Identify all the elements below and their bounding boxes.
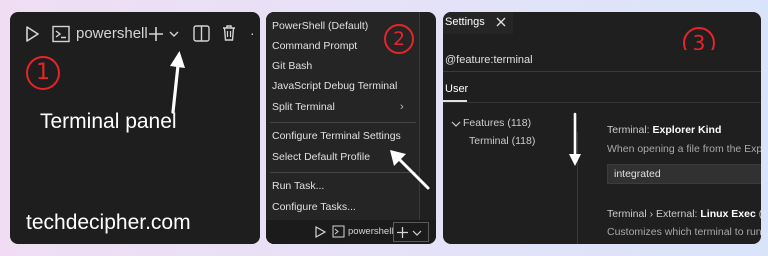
tree-item-terminal[interactable]: Terminal (118) [469,135,535,147]
menu-item-split-terminal[interactable]: Split Terminal [272,101,335,113]
new-terminal-button[interactable] [393,222,429,242]
close-icon[interactable] [496,17,506,27]
run-icon[interactable] [24,26,40,42]
menu-item-powershell-default[interactable]: PowerShell (Default) [272,20,368,32]
more-icon[interactable]: · [250,25,255,41]
chevron-down-icon[interactable] [168,29,180,39]
tab-user-settings[interactable]: User [445,83,468,95]
terminal-icon [52,25,70,43]
brand-watermark: techdecipher.com [26,211,191,234]
terminal-name-label[interactable]: powershell [76,25,148,42]
split-terminal-icon[interactable] [193,25,210,42]
terminal-name-label[interactable]: powershell [348,226,393,237]
menu-separator [270,122,416,123]
menu-item-configure-tasks[interactable]: Configure Tasks... [272,201,356,213]
annotation-terminal-panel: Terminal panel [40,110,177,133]
setting-linux-exec-description: Customizes which terminal to run [607,226,761,238]
down-arrow-icon [569,112,581,166]
tab-settings[interactable]: Settings [443,12,513,34]
settings-panel: Settings 3 @feature:terminal User Featur… [443,12,761,244]
explorer-kind-selected-value: integrated [614,168,661,180]
menu-item-git-bash[interactable]: Git Bash [272,60,312,72]
menu-item-command-prompt[interactable]: Command Prompt [272,40,357,52]
new-terminal-plus-icon[interactable] [147,25,165,43]
setting-linux-exec-title: Terminal › External: Linux Exec (A [607,208,761,220]
menu-item-run-task[interactable]: Run Task... [272,180,324,192]
up-arrow-icon [170,51,185,114]
menu-item-configure-terminal-settings[interactable]: Configure Terminal Settings [272,130,401,142]
tab-settings-label: Settings [445,16,485,28]
menu-item-js-debug-terminal[interactable]: JavaScript Debug Terminal [272,80,397,92]
settings-search-value: @feature:terminal [445,54,533,66]
tree-item-features[interactable]: Features (118) [463,117,531,129]
terminal-toolbar-panel: powershell · 1 Terminal panel techdeciph… [10,12,260,244]
pointer-arrow-icon [390,150,430,190]
terminal-toolbar-mini: powershell [266,220,436,244]
run-icon[interactable] [314,226,326,238]
chevron-down-icon[interactable] [412,229,422,237]
explorer-kind-select[interactable]: integrated [607,164,761,184]
divider [443,102,761,103]
new-terminal-plus-icon[interactable] [396,226,409,239]
setting-explorer-kind-title: Terminal: Explorer Kind [607,124,722,136]
setting-explorer-kind-description: When opening a file from the Exp [607,143,761,155]
settings-search-input[interactable]: @feature:terminal [443,50,761,72]
menu-item-select-default-profile[interactable]: Select Default Profile [272,151,370,163]
terminal-icon [332,225,345,238]
step-2-badge: 2 [384,24,414,54]
submenu-chevron-icon: › [400,101,404,113]
chevron-down-icon[interactable] [451,120,461,128]
step-1-badge: 1 [26,56,60,90]
new-terminal-dropdown-panel: PowerShell (Default) Command Prompt Git … [266,12,436,244]
trash-icon[interactable] [221,24,237,42]
